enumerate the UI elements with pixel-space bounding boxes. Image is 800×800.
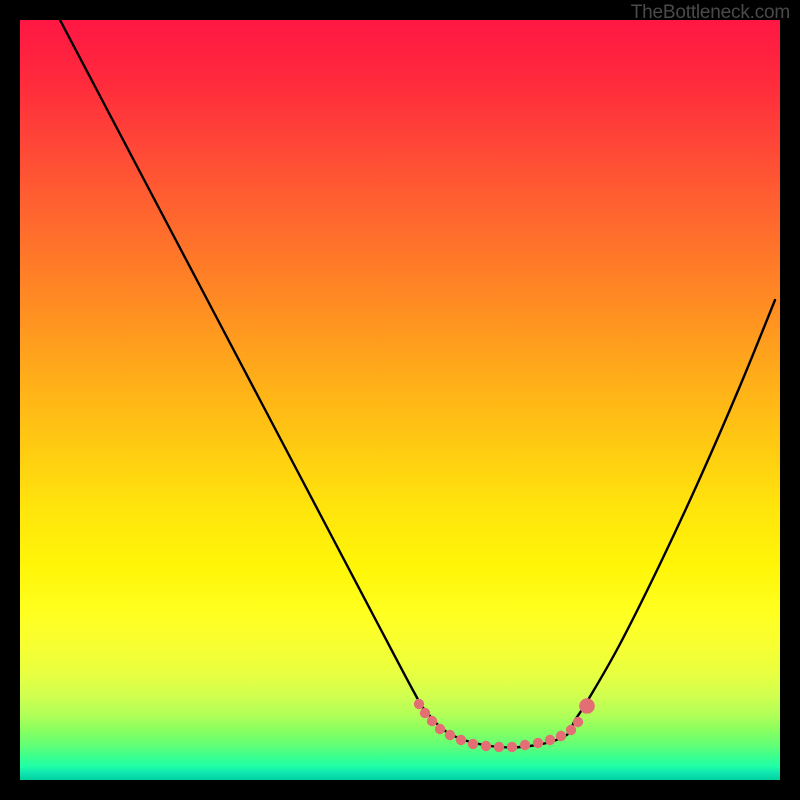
curve-marker (545, 735, 555, 745)
curve-marker (468, 739, 478, 749)
curve-marker (414, 699, 424, 709)
curve-marker (445, 730, 455, 740)
curve-markers (414, 698, 595, 752)
curve-marker (420, 708, 430, 718)
credit-text: TheBottleneck.com (631, 2, 790, 24)
curve-marker (456, 735, 466, 745)
curve-marker (507, 742, 517, 752)
bottleneck-curve (60, 20, 775, 747)
curve-marker (435, 724, 445, 734)
curve-marker (494, 742, 504, 752)
curve-layer (20, 20, 780, 780)
plot-area (20, 20, 780, 780)
curve-marker (566, 725, 576, 735)
curve-marker (556, 731, 566, 741)
curve-marker (533, 738, 543, 748)
curve-marker (427, 716, 437, 726)
curve-marker (573, 717, 583, 727)
curve-marker (579, 698, 595, 714)
curve-marker (520, 740, 530, 750)
curve-marker (481, 741, 491, 751)
